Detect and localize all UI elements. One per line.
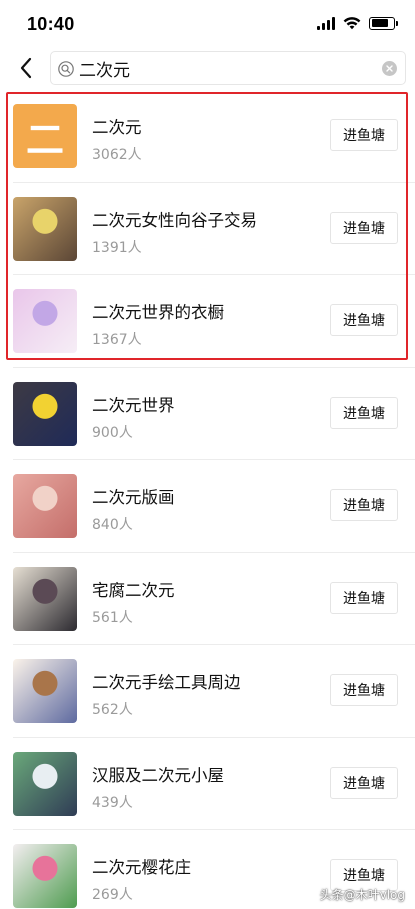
wifi-icon (343, 17, 361, 30)
list-item[interactable]: 二次元世界的衣橱 1367人 进鱼塘 (0, 275, 415, 368)
search-input[interactable] (79, 52, 379, 84)
group-name: 二次元手绘工具周边 (92, 673, 241, 692)
join-button[interactable]: 进鱼塘 (330, 489, 398, 521)
signal-icon (317, 16, 335, 30)
search-bar (0, 48, 415, 90)
list-item[interactable]: 二次元手绘工具周边 562人 进鱼塘 (0, 645, 415, 738)
member-count: 1367人 (92, 332, 142, 348)
join-button[interactable]: 进鱼塘 (330, 581, 398, 614)
battery-icon (369, 16, 398, 30)
search-box[interactable] (50, 51, 406, 85)
status-bar: 10:40 (0, 0, 415, 48)
join-button[interactable]: 进鱼塘 (330, 396, 398, 429)
status-time: 10:40 (27, 14, 75, 34)
result-list: 二二次元 3062人 进鱼塘 二次元女性向谷子交易 1391人 进鱼塘 二次元世界的衣橱 13… (0, 90, 415, 909)
member-count: 561人 (92, 609, 133, 626)
group-thumbnail (13, 381, 77, 446)
clear-button[interactable] (382, 61, 397, 76)
group-thumbnail (13, 289, 77, 353)
join-button[interactable]: 进鱼塘 (330, 304, 398, 336)
member-count: 562人 (92, 702, 133, 718)
group-name: 二次元樱花庄 (92, 858, 191, 877)
chevron-left-icon (20, 57, 32, 79)
group-thumbnail (13, 196, 77, 261)
group-name: 二次元版画 (92, 488, 175, 507)
group-name: 宅腐二次元 (92, 580, 175, 600)
list-item[interactable]: 二次元版画 840人 进鱼塘 (0, 460, 415, 553)
join-button[interactable]: 进鱼塘 (330, 766, 398, 799)
watermark: 头条@木叶vlog (319, 888, 405, 902)
group-thumbnail (13, 844, 77, 908)
member-count: 900人 (92, 424, 133, 441)
member-count: 3062人 (92, 147, 142, 163)
group-name: 二次元世界的衣橱 (92, 303, 224, 322)
member-count: 840人 (92, 517, 133, 533)
group-thumbnail: 二 (13, 104, 77, 168)
status-icons (317, 16, 398, 30)
member-count: 439人 (92, 794, 133, 811)
group-thumbnail (13, 474, 77, 538)
group-name: 二次元女性向谷子交易 (92, 210, 257, 230)
join-button[interactable]: 进鱼塘 (330, 674, 398, 706)
back-button[interactable] (12, 54, 40, 82)
member-count: 1391人 (92, 239, 142, 256)
member-count: 269人 (92, 887, 133, 903)
join-button[interactable]: 进鱼塘 (330, 119, 398, 151)
search-icon (58, 61, 74, 77)
list-item[interactable]: 宅腐二次元 561人 进鱼塘 (0, 553, 415, 645)
list-item[interactable]: 二次元女性向谷子交易 1391人 进鱼塘 (0, 183, 415, 275)
list-item[interactable]: 二 二次元 3062人 进鱼塘 (0, 90, 415, 183)
clear-icon (386, 65, 393, 72)
join-button[interactable]: 进鱼塘 (330, 211, 398, 244)
thumbnail-glyph: 二 (25, 117, 64, 162)
group-thumbnail (13, 566, 77, 631)
group-name: 二次元 (92, 118, 142, 137)
group-thumbnail (13, 659, 77, 723)
list-item[interactable]: 二次元世界 900人 进鱼塘 (0, 368, 415, 460)
list-item[interactable]: 汉服及二次元小屋 439人 进鱼塘 (0, 738, 415, 830)
group-name: 二次元世界 (92, 395, 175, 415)
group-thumbnail (13, 751, 77, 816)
group-name: 汉服及二次元小屋 (92, 765, 224, 785)
